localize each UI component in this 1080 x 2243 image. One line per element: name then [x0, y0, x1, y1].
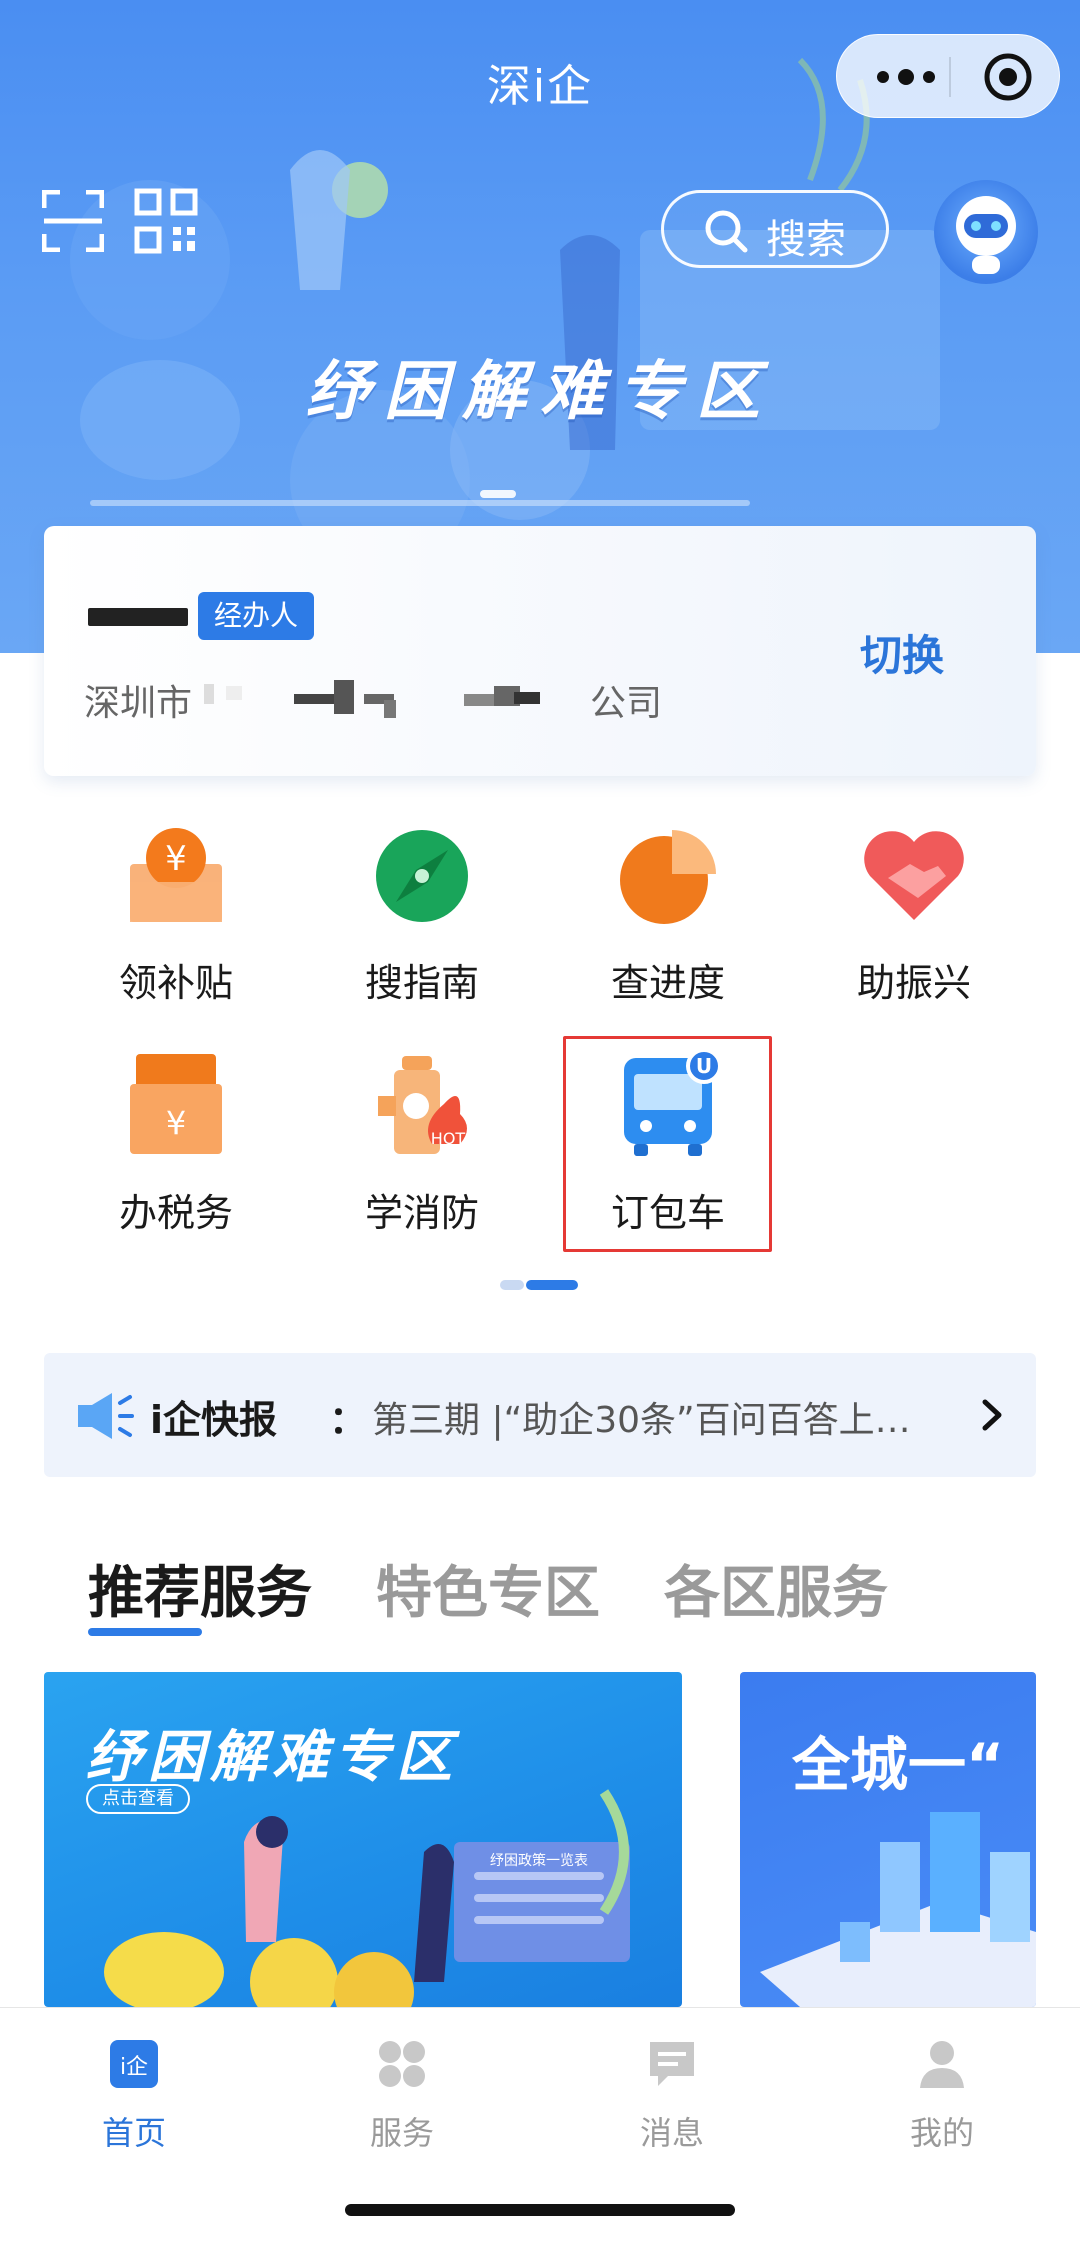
- ticker-headline: 第三期 |“助企30条”百问百答上…: [372, 1400, 911, 1441]
- chevron-right-icon[interactable]: [974, 1397, 1010, 1433]
- service-card-relief-zone[interactable]: 纾困解难专区 点击查看 纾困政策一览表: [44, 1672, 682, 2007]
- switch-company-button[interactable]: 切换: [860, 622, 944, 683]
- quick-entry-progress[interactable]: 查进度: [548, 820, 788, 1020]
- tab-district-services[interactable]: 各区服务: [664, 1548, 888, 1629]
- tabbar-profile[interactable]: 我的: [862, 2038, 1022, 2168]
- capsule-divider: [949, 57, 951, 97]
- quick-entry-subsidy[interactable]: ¥ 领补贴: [56, 820, 296, 1020]
- assistant-robot-avatar[interactable]: [934, 180, 1038, 284]
- ticker-label: i企快报: [150, 1398, 278, 1442]
- quick-entry-label: 助振兴: [856, 961, 971, 1005]
- role-badge: 经办人: [198, 592, 315, 640]
- ticker-colon: ：: [329, 1398, 368, 1442]
- grid-page-indicator: [500, 1280, 580, 1290]
- tab-recommended[interactable]: 推荐服务: [88, 1548, 312, 1629]
- quick-entry-guide[interactable]: 搜指南: [302, 820, 542, 1020]
- tabbar-label: 我的: [909, 2114, 974, 2152]
- quick-entry-label: 搜指南: [364, 961, 479, 1005]
- home-icon: i企: [110, 2040, 158, 2088]
- svg-text:i企: i企: [120, 2055, 148, 2080]
- page-dot-active: [526, 1280, 578, 1290]
- app-root: 深i企 搜索 纾困解难专区 经办人 深圳市 公司 切换 ¥ 领补贴 搜指南 查进…: [0, 0, 1080, 2243]
- card-view-pill[interactable]: 点击查看: [86, 1784, 190, 1814]
- compass-icon: [376, 830, 468, 922]
- tab-featured[interactable]: 特色专区: [376, 1548, 600, 1629]
- tabbar-label: 服务: [369, 2114, 434, 2152]
- card-art-caption: 纾困政策一览表: [490, 1853, 588, 1869]
- banner-carousel-indicator: [480, 490, 516, 498]
- svg-text:¥: ¥: [165, 839, 187, 879]
- highlight-annotation-box: [563, 1036, 772, 1252]
- more-dots-icon[interactable]: [871, 61, 941, 93]
- search-icon: [705, 210, 748, 253]
- scan-icon[interactable]: [42, 190, 104, 252]
- search-label: 搜索: [766, 217, 846, 263]
- card-title: 全城一“: [792, 1731, 1005, 1799]
- handshake-heart-icon: [864, 831, 964, 920]
- tabbar-label: 消息: [639, 2114, 704, 2152]
- services-icon: [379, 2041, 425, 2087]
- fire-hydrant-icon: HOT: [378, 1056, 467, 1154]
- svg-text:¥: ¥: [166, 1104, 186, 1142]
- user-info-card: 经办人 深圳市 公司 切换: [44, 526, 1036, 776]
- active-tab-underline: [88, 1628, 202, 1636]
- quick-entry-tax[interactable]: ¥ 办税务: [56, 1050, 296, 1250]
- user-name-redacted: [88, 608, 188, 626]
- quick-entry-fire-safety[interactable]: HOT 学消防: [302, 1050, 542, 1250]
- tabbar-label: 首页: [101, 2114, 166, 2152]
- quick-entry-label: 领补贴: [118, 961, 233, 1005]
- company-name-redacted: [204, 680, 540, 718]
- close-target-icon[interactable]: [982, 51, 1034, 103]
- robot-icon: [956, 196, 1016, 274]
- svg-text:HOT: HOT: [431, 1129, 466, 1148]
- qr-code-icon[interactable]: [134, 188, 198, 254]
- speaker-icon: [78, 1393, 134, 1439]
- card-title: 纾困解难专区: [86, 1725, 458, 1790]
- progress-pie-icon: [620, 830, 716, 924]
- search-button[interactable]: 搜索: [661, 190, 889, 268]
- news-ticker[interactable]: i企快报 ： 第三期 |“助企30条”百问百答上…: [44, 1353, 1036, 1477]
- quick-entry-revitalize[interactable]: 助振兴: [794, 820, 1034, 1020]
- company-name-prefix: 深圳市: [84, 683, 193, 724]
- profile-icon: [920, 2041, 964, 2088]
- subsidy-icon: ¥: [130, 828, 222, 922]
- tabbar-services[interactable]: 服务: [322, 2038, 482, 2168]
- page-dot: [500, 1280, 524, 1290]
- service-card-citywide[interactable]: 全城一“: [740, 1672, 1036, 2007]
- mini-program-capsule[interactable]: [836, 34, 1060, 118]
- home-indicator-bar[interactable]: [345, 2204, 735, 2216]
- quick-entry-label: 办税务: [118, 1191, 233, 1235]
- quick-entry-label: 查进度: [610, 961, 725, 1005]
- message-icon: [650, 2042, 694, 2086]
- tabbar-messages[interactable]: 消息: [592, 2038, 752, 2168]
- company-name-suffix: 公司: [590, 683, 663, 724]
- quick-entry-label: 学消防: [364, 1191, 479, 1235]
- banner-slogan: 纾困解难专区: [306, 355, 774, 429]
- tabbar-home[interactable]: i企 首页: [54, 2038, 214, 2168]
- tax-envelope-icon: ¥: [130, 1054, 222, 1154]
